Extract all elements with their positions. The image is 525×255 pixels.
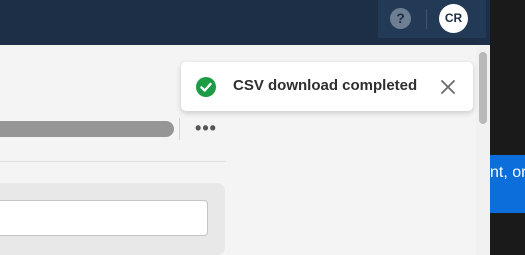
toast-notification: CSV download completed: [181, 62, 473, 111]
text-input[interactable]: [0, 200, 208, 236]
help-icon[interactable]: ?: [390, 8, 411, 29]
close-icon[interactable]: [439, 78, 457, 96]
user-avatar[interactable]: CR: [439, 4, 468, 33]
side-panel: [490, 0, 525, 255]
section-divider: [0, 161, 226, 162]
check-circle-icon: [196, 77, 216, 97]
more-options-icon[interactable]: •••: [195, 119, 217, 137]
header-divider: [426, 9, 427, 29]
progress-bar: [0, 121, 174, 137]
toast-message: CSV download completed: [233, 77, 418, 94]
scrollbar-thumb[interactable]: [479, 52, 487, 124]
toolbar-divider: [179, 118, 180, 140]
side-panel-text: nt, or: [490, 164, 525, 181]
